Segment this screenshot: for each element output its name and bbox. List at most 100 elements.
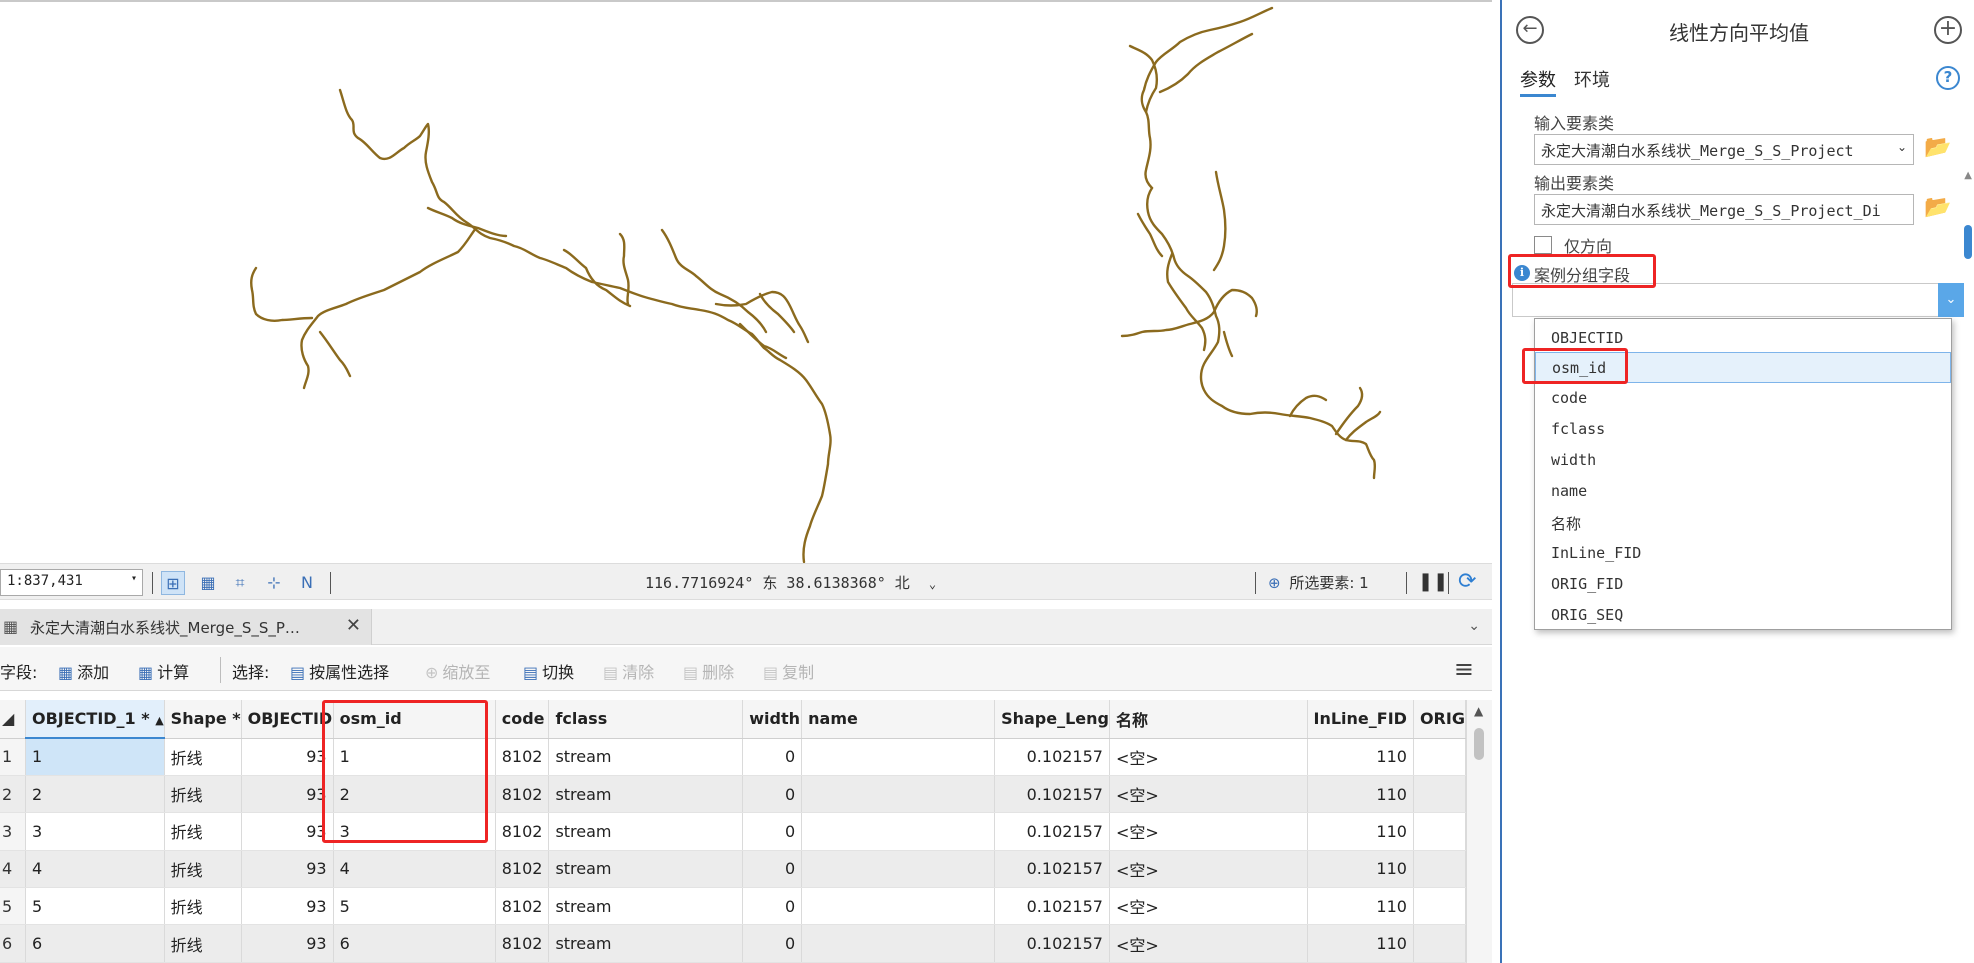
table-cell-oid[interactable]: 93 [241,738,334,776]
switch-selection-button[interactable]: ▤ 切换 [523,659,574,683]
table-cell-fclass[interactable]: stream [548,738,744,776]
column-header[interactable]: 名称 [1109,700,1308,739]
column-header[interactable]: name [801,700,996,739]
select-by-attributes-button[interactable]: ▤ 按属性选择 [290,659,389,683]
select-all-corner[interactable]: ◢ [0,700,26,739]
table-cell-mc[interactable]: <空> [1109,924,1308,963]
column-header[interactable]: ORIG [1413,700,1466,739]
table-cell-orig[interactable] [1413,887,1466,926]
dropdown-item[interactable]: name [1535,476,1951,507]
dropdown-item[interactable]: code [1535,383,1951,414]
chevron-down-icon[interactable]: ⌄ [929,577,936,591]
table-cell-orig[interactable] [1413,775,1466,814]
row-number[interactable]: 6 [0,924,26,963]
table-cell-shape[interactable]: 折线 [164,850,242,889]
table-cell-code[interactable]: 8102 [495,812,550,851]
chevron-down-icon[interactable]: ⌄ [1938,283,1964,317]
table-cell-fclass[interactable]: stream [548,850,744,889]
clear-selection-button[interactable]: ▤ 清除 [603,659,654,683]
tab-parameters[interactable]: 参数 [1520,66,1556,97]
row-number[interactable]: 5 [0,887,26,926]
orientation-only-checkbox[interactable] [1534,236,1552,254]
table-row[interactable]: 3 3 折线 93 3 8102 stream 0 0.102157 <空> 110 [0,812,1466,851]
table-cell-osm-id[interactable]: 4 [333,850,496,889]
column-header[interactable]: OBJECTID_1 * ▲ [25,700,165,739]
table-cell-oid1[interactable]: 5 [25,887,165,926]
dropdown-item[interactable]: fclass [1535,414,1951,445]
calculate-field-button[interactable]: ▦ 计算 [138,659,189,683]
dropdown-item[interactable]: InLine_FID [1535,538,1951,569]
table-cell-fclass[interactable]: stream [548,775,744,814]
table-scrollbar[interactable]: ▲ [1466,700,1492,963]
table-cell-mc[interactable]: <空> [1109,812,1308,851]
table-cell-oid[interactable]: 93 [241,924,334,963]
table-cell-name[interactable] [801,812,996,851]
table-cell-mc[interactable]: <空> [1109,850,1308,889]
table-cell-name[interactable] [801,738,996,776]
dropdown-item[interactable]: width [1535,445,1951,476]
table-cell-width[interactable]: 0 [742,812,803,851]
table-cell-inline[interactable]: 110 [1307,850,1414,889]
table-cell-inline[interactable]: 110 [1307,775,1414,814]
table-cell-code[interactable]: 8102 [495,738,550,776]
table-cell-inline[interactable]: 110 [1307,924,1414,963]
column-header[interactable]: fclass [548,700,744,739]
case-field-select[interactable]: ⌄ [1512,283,1964,317]
table-cell-code[interactable]: 8102 [495,887,550,926]
table-cell-shape[interactable]: 折线 [164,924,242,963]
table-cell-orig[interactable] [1413,738,1466,776]
scroll-thumb[interactable] [1474,728,1484,760]
table-cell-name[interactable] [801,887,996,926]
snapping-icon[interactable]: ⌗ [228,571,252,595]
row-number[interactable]: 2 [0,775,26,814]
row-number[interactable]: 4 [0,850,26,889]
table-cell-osm-id[interactable]: 1 [333,738,496,776]
table-cell-osm-id[interactable]: 5 [333,887,496,926]
table-row[interactable]: 6 6 折线 93 6 8102 stream 0 0.102157 <空> 110 [0,924,1466,963]
table-cell-mc[interactable]: <空> [1109,887,1308,926]
table-cell-shape[interactable]: 折线 [164,812,242,851]
help-icon[interactable]: ? [1936,66,1960,90]
table-cell-leng[interactable]: 0.102157 [994,775,1110,814]
north-arrow-icon[interactable]: N [295,571,319,595]
folder-icon[interactable]: 📂 [1924,195,1951,220]
table-cell-name[interactable] [801,775,996,814]
map-view[interactable] [0,0,1492,564]
scroll-up-icon[interactable]: ▲ [1964,170,1972,181]
add-icon[interactable]: + [1934,16,1962,44]
table-cell-code[interactable]: 8102 [495,775,550,814]
constraint-icon[interactable]: ⊹ [262,571,286,595]
table-cell-oid1[interactable]: 3 [25,812,165,851]
table-cell-orig[interactable] [1413,812,1466,851]
table-cell-width[interactable]: 0 [742,850,803,889]
table-cell-oid[interactable]: 93 [241,775,334,814]
table-cell-leng[interactable]: 0.102157 [994,887,1110,926]
table-cell-width[interactable]: 0 [742,738,803,776]
tab-environments[interactable]: 环境 [1574,66,1610,92]
table-cell-fclass[interactable]: stream [548,924,744,963]
table-cell-width[interactable]: 0 [742,775,803,814]
table-cell-name[interactable] [801,924,996,963]
refresh-icon[interactable]: ⟳ [1458,569,1476,594]
table-cell-oid1[interactable]: 6 [25,924,165,963]
table-cell-orig[interactable] [1413,850,1466,889]
table-cell-osm-id[interactable]: 2 [333,775,496,814]
attribute-table[interactable]: ◢ OBJECTID_1 * ▲ Shape * OBJECTID osm_id… [0,700,1466,963]
table-cell-osm-id[interactable]: 6 [333,924,496,963]
column-header[interactable]: OBJECTID [241,700,334,739]
table-cell-mc[interactable]: <空> [1109,738,1308,776]
dropdown-item[interactable]: ORIG_SEQ [1535,600,1951,631]
dropdown-item[interactable]: ORIG_FID [1535,569,1951,600]
tab-attribute-table[interactable]: ▦ 永定大清潮白水系线状_Merge_S_S_P… ✕ [0,609,372,645]
table-cell-name[interactable] [801,850,996,889]
table-row[interactable]: 5 5 折线 93 5 8102 stream 0 0.102157 <空> 110 [0,887,1466,926]
row-number[interactable]: 3 [0,812,26,851]
delete-button[interactable]: ▤ 删除 [683,659,734,683]
dropdown-item[interactable]: OBJECTID [1535,323,1951,354]
table-cell-orig[interactable] [1413,924,1466,963]
table-cell-width[interactable]: 0 [742,887,803,926]
dropdown-item[interactable]: 名称 [1535,507,1951,538]
folder-icon[interactable]: 📂 [1924,135,1951,160]
pane-scroll-thumb[interactable] [1964,225,1972,259]
table-cell-code[interactable]: 8102 [495,850,550,889]
